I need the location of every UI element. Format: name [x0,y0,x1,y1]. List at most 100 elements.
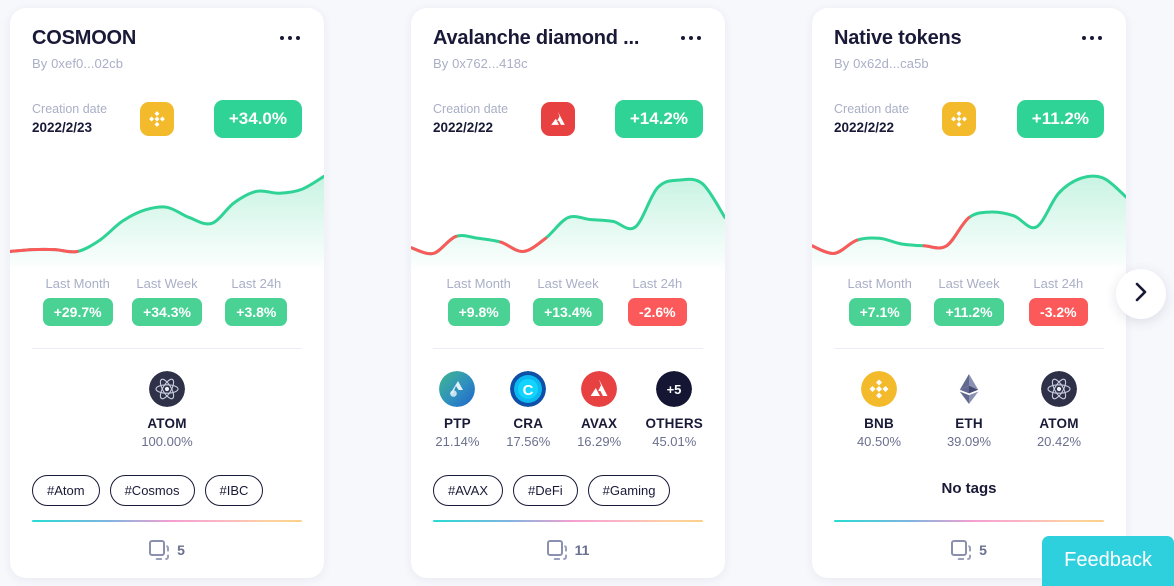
card-author: By 0xef0...02cb [32,56,124,71]
card-header: Avalanche diamond ... [433,26,703,50]
card-more-options-button[interactable] [278,28,302,48]
avalanche-chain-icon [541,102,575,136]
carousel-track: COSMOON By 0xef0...02cb Creation date 20… [10,8,1126,578]
creation-block: Creation date 2022/2/22 [834,101,938,137]
portfolio-card[interactable]: COSMOON By 0xef0...02cb Creation date 20… [10,8,324,578]
token-allocation-list: ATOM 100.00% [32,371,302,469]
token-allocation-list: PTP 21.14% C CRA 17.56% AVAX 16.29% +5 O… [433,371,703,469]
token-allocation-item[interactable]: BNB 40.50% [845,371,913,466]
token-allocation-item[interactable]: ATOM 100.00% [32,371,302,469]
feedback-label: Feedback [1064,549,1152,571]
card-footer: 11 [433,522,703,578]
token-symbol: ATOM [1039,416,1079,431]
period-stat-label: Last Week [537,276,599,291]
card-author: By 0x62d...ca5b [834,56,929,71]
overall-change-badge: +11.2% [1016,100,1104,138]
token-allocation-item[interactable]: PTP 21.14% [433,371,482,469]
token-percent: 45.01% [652,434,697,449]
period-stat-value: -3.2% [1029,298,1088,326]
period-stat: Last Month +29.7% [33,275,122,326]
performance-sparkline-chart [411,157,725,267]
token-allocation-item[interactable]: AVAX 16.29% [575,371,624,469]
tag-chip[interactable]: #IBC [204,475,264,506]
divider [32,348,302,349]
tag-chip[interactable]: #AVAX [433,475,503,506]
period-stat: Last Week +11.2% [924,275,1013,326]
ellipsis-icon-dot [280,36,284,40]
performance-sparkline-chart [10,157,324,267]
card-header: Native tokens [834,26,1104,50]
card-more-options-button[interactable] [1080,28,1104,48]
token-symbol: CRA [513,416,544,431]
period-stat: Last 24h -2.6% [613,275,702,326]
card-header: COSMOON [32,26,302,50]
token-allocation-item[interactable]: ATOM 20.42% [1025,371,1093,466]
token-allocation-item[interactable]: ETH 39.09% [935,371,1003,466]
tag-chip[interactable]: #Gaming [587,475,671,506]
ellipsis-icon-dot [288,36,292,40]
portfolio-card[interactable]: Avalanche diamond ... By 0x762...418c Cr… [411,8,725,578]
tag-chip[interactable]: #DeFi [512,475,578,506]
card-title: Native tokens [834,27,962,49]
chevron-right-icon [1133,280,1149,309]
carousel-next-button[interactable] [1116,269,1166,319]
period-stat-label: Last Month [45,276,110,291]
token-percent: 40.50% [856,434,902,449]
ellipsis-icon-dot [1098,36,1102,40]
avax-token-icon [581,371,618,407]
svg-text:C: C [523,382,534,399]
period-stat-value: +29.7% [42,298,113,326]
token-allocation-list: BNB 40.50% ETH 39.09% ATOM 20.42% [834,371,1104,466]
divider [433,348,703,349]
period-stat-value: +11.2% [934,298,1004,326]
period-stat: Last Week +13.4% [523,275,612,326]
period-stats-row: Last Month +29.7% Last Week +34.3% Last … [32,275,302,326]
copies-icon-front [546,539,563,556]
bnb-chain-icon [942,102,976,136]
tags-area: #Atom #Cosmos #IBC [32,475,302,522]
period-stat-label: Last Week [136,276,198,291]
token-allocation-item[interactable]: +5 OTHERS 45.01% [646,371,703,469]
period-stats-row: Last Month +7.1% Last Week +11.2% Last 2… [834,275,1104,326]
token-symbol: AVAX [580,416,618,431]
portfolio-card-carousel-page: COSMOON By 0xef0...02cb Creation date 20… [0,0,1174,586]
card-footer: 5 [32,522,302,578]
performance-sparkline-chart [812,157,1126,267]
portfolio-card[interactable]: Native tokens By 0x62d...ca5b Creation d… [812,8,1126,578]
period-stat-label: Last Month [847,276,912,291]
cra-token-icon: C [510,371,547,407]
ellipsis-icon-dot [689,36,693,40]
tag-list: #AVAX #DeFi #Gaming [433,475,703,506]
card-author: By 0x762...418c [433,56,528,71]
period-stat-label: Last Week [938,276,1000,291]
svg-text:+5: +5 [667,382,682,397]
eth-token-icon [951,371,987,407]
ellipsis-icon-dot [1090,36,1094,40]
card-title: Avalanche diamond ... [433,27,640,49]
copies-icon-front [951,539,968,556]
divider [834,348,1104,349]
card-more-options-button[interactable] [679,28,703,48]
token-allocation-item[interactable]: C CRA 17.56% [504,371,553,469]
tags-area: #AVAX #DeFi #Gaming [433,475,703,522]
atom-token-icon [149,371,185,407]
tag-chip[interactable]: #Atom [32,475,100,506]
tag-chip[interactable]: #Cosmos [109,475,195,506]
period-stat: Last 24h +3.8% [212,275,301,326]
copies-icon [546,539,568,561]
bnb-chain-icon [140,102,174,136]
feedback-button[interactable]: Feedback [1042,536,1174,586]
creation-date-label: Creation date [834,102,910,116]
period-stat: Last Month +9.8% [434,275,523,326]
creation-block: Creation date 2022/2/23 [32,101,136,137]
ellipsis-icon-dot [296,36,300,40]
period-stats-row: Last Month +9.8% Last Week +13.4% Last 2… [433,275,703,326]
period-stat-value: +7.1% [848,298,911,326]
copies-count: 11 [574,542,590,558]
period-stat-value: +3.8% [225,298,288,326]
period-stat-label: Last Month [446,276,511,291]
overall-change-badge: +14.2% [614,100,703,138]
period-stat-value: -2.6% [628,298,687,326]
copies-count: 5 [177,542,185,558]
creation-row: Creation date 2022/2/23 +34.0% [32,99,302,139]
